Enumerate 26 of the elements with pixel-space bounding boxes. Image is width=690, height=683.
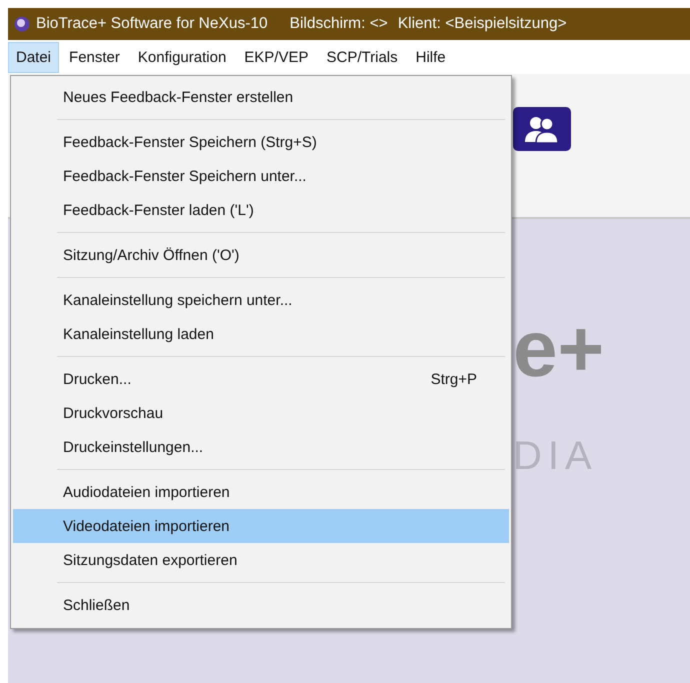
window-title: BioTrace+ Software for NeXus-10 [36,15,268,33]
menu-item[interactable]: Kanaleinstellung laden [13,317,509,351]
app-logo-icon [14,16,30,32]
menu-bar-item[interactable]: Fenster [61,42,128,72]
menu-item[interactable]: Audiodateien importieren [13,475,509,509]
menu-bar-item[interactable]: SCP/Trials [318,42,406,72]
menu-item[interactable]: Feedback-Fenster Speichern unter... [13,159,509,193]
menu-bar-item[interactable]: EKP/VEP [236,42,316,72]
menu-item[interactable]: Sitzungsdaten exportieren [13,543,509,577]
menu-item[interactable]: Videodateien importieren [13,509,509,543]
client-label: Klient: <Beispielsitzung> [398,15,567,33]
menu-bar-item[interactable]: Hilfe [408,42,454,72]
logo-text: e+ [513,309,606,389]
menu-item[interactable]: Feedback-Fenster Speichern (Strg+S) [13,125,509,159]
menu-item[interactable]: Feedback-Fenster laden ('L') [13,193,509,227]
menu-item[interactable]: Schließen [13,588,509,622]
menu-bar-item[interactable]: Konfiguration [130,42,234,72]
menu-item[interactable]: Druckvorschau [13,396,509,430]
menu-item[interactable]: Druckeinstellungen... [13,430,509,464]
menu-bar-item[interactable]: Datei [8,42,60,72]
menu-item[interactable]: Kanaleinstellung speichern unter... [13,283,509,317]
menu-item[interactable]: Neues Feedback-Fenster erstellen [13,80,509,114]
users-button[interactable] [513,107,571,151]
menu-item[interactable]: Sitzung/Archiv Öffnen ('O') [13,238,509,272]
menu-item[interactable]: Drucken... Strg+P [13,362,509,396]
screen-label: Bildschirm: <> [290,15,388,33]
